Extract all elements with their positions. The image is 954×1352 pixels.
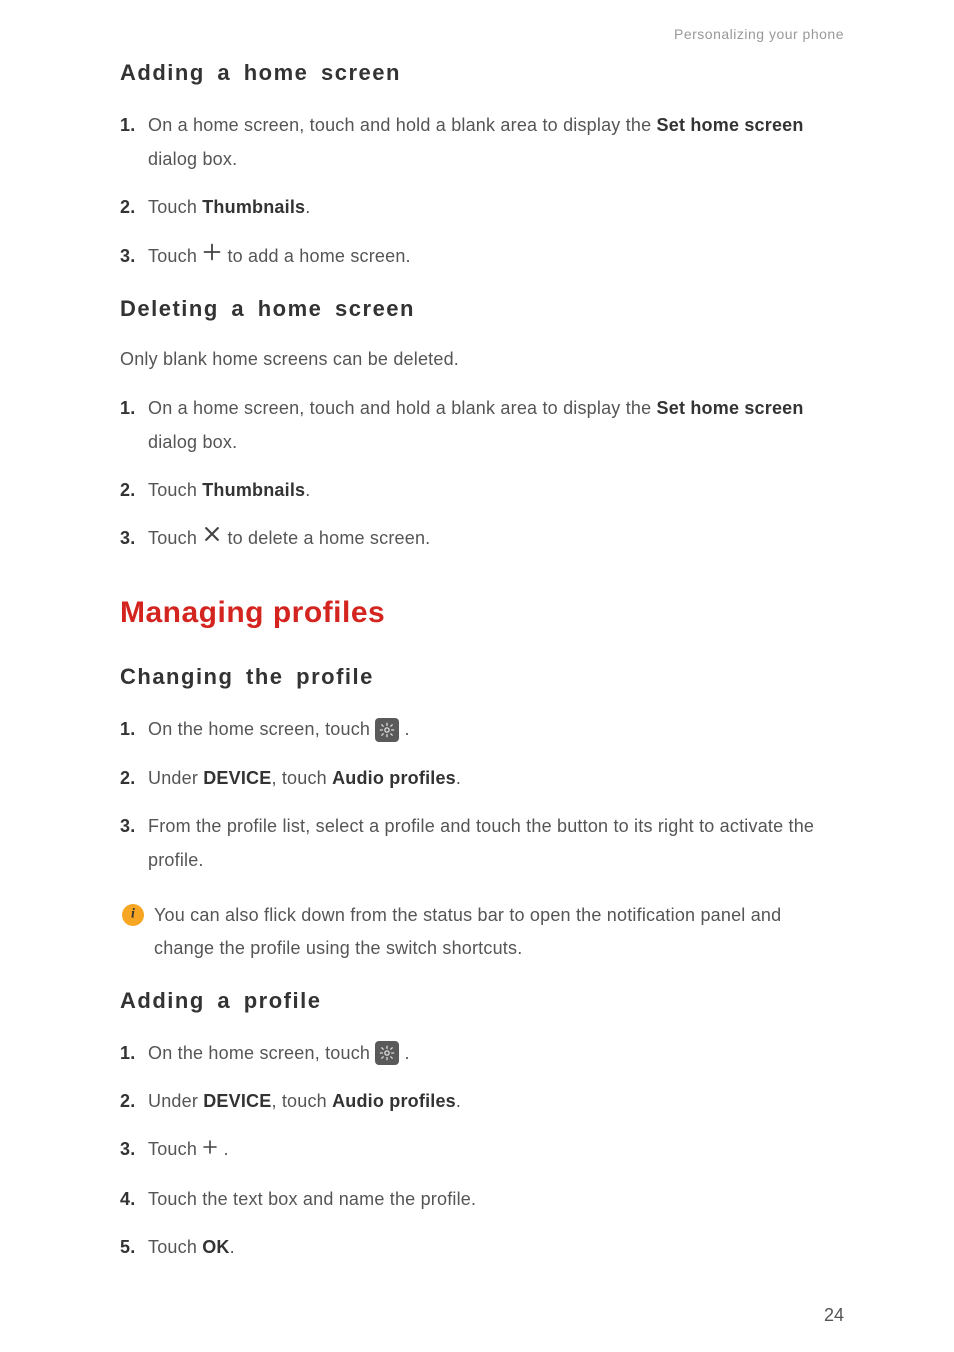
step-item: Touch the text box and name the profile. [120,1182,844,1216]
info-note: You can also flick down from the status … [120,899,844,964]
step-item: Touch to delete a home screen. [120,521,844,556]
heading-adding-home-screen: Adding a home screen [120,60,844,86]
step-text: , touch [271,768,332,788]
step-text: . [305,197,310,217]
step-text: . [305,480,310,500]
ui-label-device: DEVICE [203,768,271,788]
step-item: Touch OK. [120,1230,844,1264]
ui-label-ok: OK [202,1237,229,1257]
step-item: From the profile list, select a profile … [120,809,844,877]
step-text: Under [148,1091,203,1111]
settings-icon [375,1041,399,1065]
step-text: On a home screen, touch and hold a blank… [148,115,657,135]
ui-label-device: DEVICE [203,1091,271,1111]
steps-adding-home-screen: On a home screen, touch and hold a blank… [120,108,844,274]
step-text: Touch [148,528,202,548]
step-text: to add a home screen. [227,246,410,266]
ui-label-audio-profiles: Audio profiles [332,768,456,788]
heading-managing-profiles: Managing profiles [120,596,844,630]
step-text: . [405,1043,410,1063]
ui-label-set-home-screen: Set home screen [657,398,804,418]
step-text: Touch the text box and name the profile. [148,1189,476,1209]
step-text: On the home screen, touch [148,1043,375,1063]
step-text: Under [148,768,203,788]
heading-changing-profile: Changing the profile [120,664,844,690]
step-text: . [456,1091,461,1111]
step-item: On the home screen, touch . [120,712,844,746]
step-item: Under DEVICE, touch Audio profiles. [120,761,844,795]
step-item: Touch . [120,1132,844,1167]
step-item: Touch to add a home screen. [120,239,844,274]
steps-adding-profile: On the home screen, touch . Under DEVICE… [120,1036,844,1264]
step-text: . [230,1237,235,1257]
step-text: Touch [148,197,202,217]
step-text: . [223,1139,228,1159]
step-text: Touch [148,1139,202,1159]
ui-label-set-home-screen: Set home screen [657,115,804,135]
step-text: . [405,719,410,739]
heading-adding-profile: Adding a profile [120,988,844,1014]
close-icon [202,522,222,556]
plus-icon [202,1133,218,1167]
ui-label-thumbnails: Thumbnails [202,197,305,217]
info-icon [122,904,144,926]
step-text: Touch [148,1237,202,1257]
running-header: Personalizing your phone [120,26,844,42]
step-text: . [456,768,461,788]
step-item: Touch Thumbnails. [120,190,844,224]
steps-changing-profile: On the home screen, touch . Under DEVICE… [120,712,844,877]
page-number: 24 [824,1305,844,1326]
settings-icon [375,718,399,742]
steps-deleting-home-screen: On a home screen, touch and hold a blank… [120,391,844,557]
ui-label-audio-profiles: Audio profiles [332,1091,456,1111]
step-text: On a home screen, touch and hold a blank… [148,398,657,418]
step-text: From the profile list, select a profile … [148,816,814,870]
step-text: Touch [148,480,202,500]
note-text: You can also flick down from the status … [154,899,844,964]
step-item: Under DEVICE, touch Audio profiles. [120,1084,844,1118]
step-text: , touch [271,1091,332,1111]
step-item: Touch Thumbnails. [120,473,844,507]
plus-icon [202,240,222,274]
step-item: On a home screen, touch and hold a blank… [120,108,844,176]
step-text: dialog box. [148,149,237,169]
body-text: Only blank home screens can be deleted. [120,344,844,375]
heading-deleting-home-screen: Deleting a home screen [120,296,844,322]
step-item: On a home screen, touch and hold a blank… [120,391,844,459]
ui-label-thumbnails: Thumbnails [202,480,305,500]
step-text: Touch [148,246,202,266]
step-text: to delete a home screen. [227,528,430,548]
step-text: dialog box. [148,432,237,452]
step-text: On the home screen, touch [148,719,375,739]
step-item: On the home screen, touch . [120,1036,844,1070]
